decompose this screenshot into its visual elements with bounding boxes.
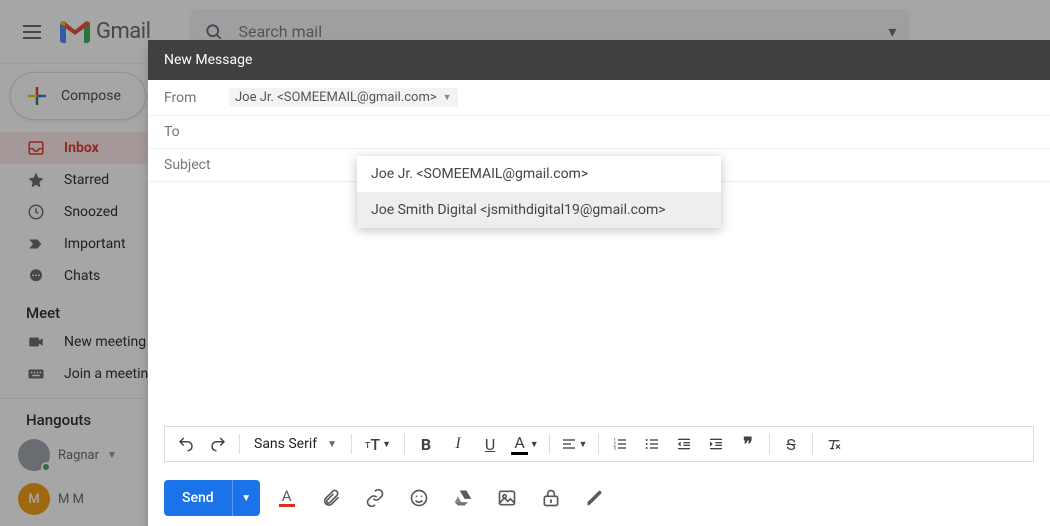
indent-more-button[interactable] <box>701 429 731 459</box>
redo-button[interactable] <box>203 429 233 459</box>
formatting-toggle-button[interactable]: A <box>270 481 304 515</box>
send-button[interactable]: Send <box>164 480 232 516</box>
from-selector[interactable]: Joe Jr. <SOMEEMAIL@gmail.com> ▼ <box>229 88 458 107</box>
insert-photo-button[interactable] <box>490 481 524 515</box>
bulleted-list-button[interactable] <box>637 429 667 459</box>
svg-text:3: 3 <box>613 445 616 451</box>
italic-button[interactable]: I <box>443 429 473 459</box>
insert-drive-button[interactable] <box>446 481 480 515</box>
font-family-selector[interactable]: Sans Serif ▼ <box>246 436 345 452</box>
remove-formatting-button[interactable] <box>819 429 849 459</box>
strikethrough-button[interactable]: S <box>776 429 806 459</box>
undo-button[interactable] <box>171 429 201 459</box>
insert-signature-button[interactable] <box>578 481 612 515</box>
quote-button[interactable]: ❞ <box>733 429 763 459</box>
confidential-mode-button[interactable] <box>534 481 568 515</box>
caret-down-icon: ▼ <box>327 439 337 450</box>
indent-less-button[interactable] <box>669 429 699 459</box>
compose-title: New Message <box>164 52 252 68</box>
compose-titlebar[interactable]: New Message <box>148 40 1050 80</box>
text-color-button[interactable]: A▼ <box>507 429 543 459</box>
formatting-toolbar: Sans Serif ▼ тT▼ B I U A▼ ▼ 123 ❞ S <box>164 426 1034 462</box>
from-option[interactable]: Joe Jr. <SOMEEMAIL@gmail.com> <box>357 156 721 192</box>
compose-footer: Send ▼ A <box>148 470 1050 526</box>
subject-label: Subject <box>164 157 219 173</box>
from-option[interactable]: Joe Smith Digital <jsmithdigital19@gmail… <box>357 192 721 228</box>
insert-emoji-button[interactable] <box>402 481 436 515</box>
from-row: From Joe Jr. <SOMEEMAIL@gmail.com> ▼ <box>148 80 1050 116</box>
to-row[interactable]: To <box>148 116 1050 149</box>
align-button[interactable]: ▼ <box>556 429 592 459</box>
from-selected-value: Joe Jr. <SOMEEMAIL@gmail.com> <box>235 90 437 105</box>
bold-button[interactable]: B <box>411 429 441 459</box>
caret-down-icon: ▼ <box>443 92 452 103</box>
underline-button[interactable]: U <box>475 429 505 459</box>
send-options-button[interactable]: ▼ <box>232 480 260 516</box>
font-size-button[interactable]: тT▼ <box>358 429 398 459</box>
from-label: From <box>164 90 219 106</box>
send-button-group: Send ▼ <box>164 480 260 516</box>
attach-file-button[interactable] <box>314 481 348 515</box>
numbered-list-button[interactable]: 123 <box>605 429 635 459</box>
to-label: To <box>164 124 219 140</box>
compose-window: New Message From Joe Jr. <SOMEEMAIL@gmai… <box>148 40 1050 526</box>
from-dropdown: Joe Jr. <SOMEEMAIL@gmail.com> Joe Smith … <box>357 156 721 228</box>
insert-link-button[interactable] <box>358 481 392 515</box>
